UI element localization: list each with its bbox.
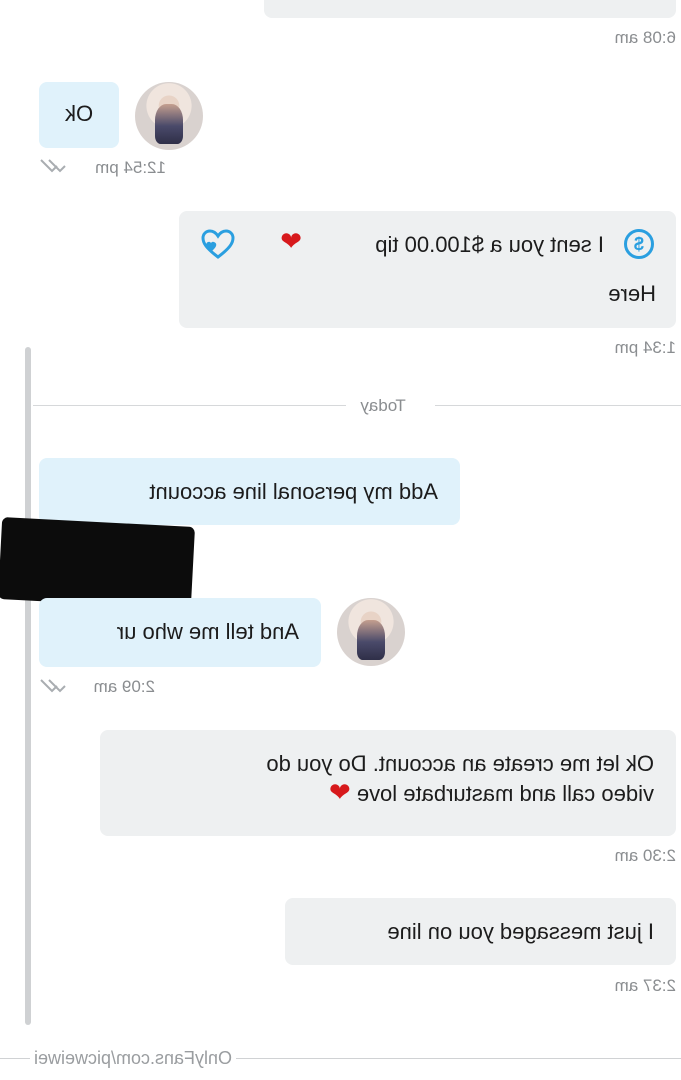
red-heart-emoji: ❤	[280, 226, 302, 256]
message-time: 6:08 am	[614, 28, 676, 47]
tip-text: I sent you a $100.00 tip	[375, 232, 604, 257]
scroll-indicator-bar[interactable]	[25, 347, 31, 1025]
message-bubble-outgoing[interactable]: I just messaged you on line	[285, 898, 676, 965]
double-check-read-icon	[40, 159, 66, 173]
chat-screen: 6:08 am Ok 12:54 pm $ I sent you a $100.…	[0, 0, 681, 1080]
message-time: 12:54 pm	[95, 158, 166, 177]
heart-like-icon[interactable]	[200, 229, 236, 261]
message-bubble-outgoing-cutoff[interactable]	[264, 0, 676, 18]
message-time: 2:30 am	[614, 846, 676, 865]
message-time: 1:34 pm	[614, 338, 676, 357]
message-bubble-incoming[interactable]: And tell me who ur	[39, 598, 321, 667]
date-divider-line	[33, 405, 346, 406]
message-bubble-incoming[interactable]: Ok	[39, 82, 119, 148]
user-avatar-photo[interactable]	[135, 82, 203, 150]
date-divider-label: Today	[360, 396, 406, 415]
redaction-mark	[0, 517, 196, 609]
tip-message-bubble[interactable]: $ I sent you a $100.00 tip ❤ Here	[179, 211, 676, 328]
message-text-line: Ok let me create an account. Do you do	[266, 751, 654, 776]
message-bubble-outgoing[interactable]: Ok let me create an account. Do you do v…	[100, 730, 676, 836]
message-text: Here	[608, 281, 656, 306]
message-time: 2:37 am	[614, 976, 676, 995]
message-time: 2:09 am	[93, 677, 155, 696]
double-check-read-icon	[40, 679, 66, 693]
user-avatar-photo[interactable]	[337, 598, 405, 666]
watermark-text: OnlyFans.com/picweiwei	[29, 1048, 236, 1069]
message-text: And tell me who ur	[116, 619, 299, 644]
date-divider-line	[435, 405, 681, 406]
message-text: Add my personal line account	[149, 479, 438, 504]
message-bubble-incoming[interactable]: Add my personal line account	[39, 458, 460, 525]
message-text: I just messaged you on line	[387, 919, 654, 944]
red-heart-emoji: ❤	[328, 777, 351, 807]
message-text: Ok	[64, 101, 94, 126]
dollar-circle-icon: $	[624, 229, 654, 259]
message-text-line: video call and masturbate love	[356, 781, 654, 806]
